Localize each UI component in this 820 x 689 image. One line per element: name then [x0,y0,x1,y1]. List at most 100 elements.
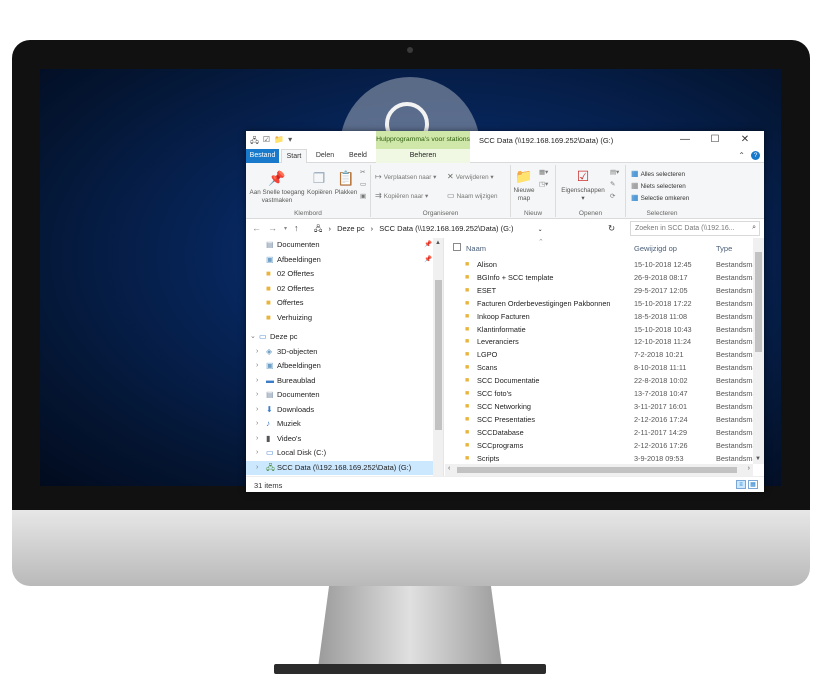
scroll-right-icon[interactable]: › [748,465,750,472]
nav-item-videos[interactable]: › ▮ Video's [246,432,443,447]
nav-item-local-disk[interactable]: › ▭ Local Disk (C:) [246,446,443,461]
column-header-name[interactable]: Naam [466,244,486,253]
table-row[interactable]: ■ Klantinformatie 15-10-2018 10:43 Bestands… [445,324,753,337]
close-button[interactable]: ✕ [730,132,760,148]
nav-item-documents[interactable]: › ▤ Documenten [246,388,443,403]
paste-button[interactable]: 📋 Plakken [334,169,358,197]
copy-button[interactable]: ❐ Kopiëren [307,169,332,197]
chevron-right-icon[interactable]: › [256,432,258,447]
tab-manage[interactable]: Beheren [376,149,470,163]
folder-quick-icon[interactable]: 📁 [274,135,284,149]
details-view-icon[interactable]: ≡ [736,480,746,489]
select-all-checkbox[interactable] [453,243,461,251]
tab-file[interactable]: Bestand [246,149,279,163]
minimize-button[interactable]: — [670,132,700,148]
scroll-up-icon[interactable]: ▲ [435,240,441,246]
nav-item-downloads[interactable]: › ⬇ Downloads [246,403,443,418]
nav-item-network-drive[interactable]: › 🖧 SCC Data (\\192.168.169.252\Data) (G… [246,460,443,476]
table-row[interactable]: ■ LGPO 7-2-2018 10:21 Bestandsmap [445,349,753,362]
tab-view[interactable]: Beeld [343,149,373,163]
table-row[interactable]: ■ SCC Networking 3-11-2017 16:01 Bestandsma… [445,401,753,414]
nav-item-quick-offertes[interactable]: ■ Offertes [246,296,443,311]
table-row[interactable]: ■ Alison 15-10-2018 12:45 Bestandsmap [445,259,753,272]
paste-shortcut-icon[interactable]: ▣ [360,193,366,200]
tab-start[interactable]: Start [281,149,307,163]
rename-button[interactable]: ▭ Naam wijzigen [447,191,498,200]
new-item-icon[interactable]: ▦▾ [539,169,548,176]
search-input[interactable]: Zoeken in SCC Data (\\192.16... ⌕ [630,221,760,236]
column-header-modified[interactable]: Gewijzigd op [634,244,677,253]
chevron-right-icon[interactable]: › [256,388,258,403]
maximize-button[interactable]: ☐ [700,132,730,148]
customize-toolbar-icon[interactable]: ▾ [288,135,292,149]
table-row[interactable]: ■ SCCDatabase 2-11-2017 14:29 Bestandsmap [445,427,753,440]
table-row[interactable]: ■ SCC foto's 13-7-2018 10:47 Bestandsmap [445,388,753,401]
properties-quick-icon[interactable]: ☑ [263,135,270,149]
nav-item-pictures[interactable]: › ▣ Afbeeldingen [246,359,443,374]
chevron-right-icon[interactable]: › [256,417,258,432]
edit-icon[interactable]: ✎ [610,181,615,188]
new-folder-button[interactable]: 📁 Nieuwe map [513,167,535,203]
forward-arrow-icon[interactable]: → [268,223,277,235]
table-row[interactable]: ■ SCC Documentatie 22-8-2018 10:02 Bestands… [445,375,753,388]
copy-to-button[interactable]: ⇉ Kopiëren naar ▾ [375,191,428,200]
scroll-down-icon[interactable]: ▼ [755,456,761,462]
nav-item-3d-objects[interactable]: › ◈ 3D-objecten [246,345,443,360]
cut-icon[interactable]: ✂ [360,169,365,176]
column-header-type[interactable]: Type [716,244,732,253]
breadcrumb[interactable]: 🖧 › Deze pc › SCC Data (\\192.168.169.25… [314,223,547,236]
table-row[interactable]: ■ Inkoop Facturen 18-5-2018 11:08 Bestandsm… [445,311,753,324]
file-list-scrollbar-thumb[interactable] [755,252,762,352]
chevron-right-icon[interactable]: › [256,461,258,476]
help-icon[interactable]: ? [751,151,760,160]
table-row[interactable]: ■ Scans 8-10-2018 11:11 Bestandsmap [445,362,753,375]
chevron-right-icon[interactable]: › [256,359,258,374]
history-icon[interactable]: ⟳ [610,193,615,200]
chevron-right-icon[interactable]: › [256,374,258,389]
nav-item-quick-verhuizing[interactable]: ■ Verhuizing [246,311,443,326]
table-row[interactable]: ■ SCCprograms 2-12-2016 17:26 Bestandsmap [445,440,753,453]
nav-item-desktop[interactable]: › ▬ Bureaublad [246,374,443,389]
nav-item-quick-documenten[interactable]: ▤ Documenten 📌 [246,238,443,253]
back-arrow-icon[interactable]: ← [252,223,261,235]
table-row[interactable]: ■ Facturen Orderbevestigingen Pakbonnen 15… [445,298,753,311]
pin-quick-access-button[interactable]: 📌 Aan Snelle toegang vastmaken [249,169,305,205]
nav-item-quick-02-offertes[interactable]: ■ 02 Offertes [246,267,443,282]
nav-item-this-pc[interactable]: ⌄ ▭ Deze pc [246,330,443,345]
scroll-left-icon[interactable]: ‹ [448,465,450,472]
move-to-button[interactable]: ↦ Verplaatsen naar ▾ [375,172,436,181]
chevron-right-icon[interactable]: › [256,446,258,461]
table-row[interactable]: ■ BGInfo + SCC template 26-9-2018 08:17 Bes… [445,272,753,285]
chevron-right-icon[interactable]: › [256,403,258,418]
table-row[interactable]: ■ SCC Presentaties 2-12-2016 17:24 Bestands… [445,414,753,427]
nav-item-quick-02-offertes-2[interactable]: ■ 02 Offertes [246,282,443,297]
nav-item-music[interactable]: › ♪ Muziek [246,417,443,432]
chevron-down-icon[interactable]: ⌄ [250,330,256,345]
nav-scrollbar[interactable]: ▲ [433,238,443,476]
large-icons-view-icon[interactable]: ▦ [748,480,758,489]
collapse-ribbon-icon[interactable]: ⌃ [738,151,745,160]
open-icon[interactable]: ▤▾ [610,169,619,176]
breadcrumb-this-pc[interactable]: Deze pc [337,224,365,233]
copy-path-icon[interactable]: ▭ [360,181,366,188]
properties-button[interactable]: ☑ Eigenschappen ▾ [558,167,608,203]
easy-access-icon[interactable]: ◳▾ [539,181,548,188]
drive-icon[interactable]: 🖧 [250,135,259,149]
tab-share[interactable]: Delen [310,149,340,163]
chevron-right-icon[interactable]: › [256,345,258,360]
table-row[interactable]: ■ Leveranciers 12-10-2018 11:24 Bestandsmap [445,336,753,349]
recent-locations-icon[interactable]: ▾ [284,223,287,235]
select-none-button[interactable]: ▦ Niets selecteren [631,181,686,190]
delete-button[interactable]: ✕ Verwijderen ▾ [447,172,494,181]
nav-item-quick-afbeeldingen[interactable]: ▣ Afbeeldingen 📌 [246,253,443,268]
file-list-vertical-scrollbar[interactable]: ▼ [753,238,764,464]
invert-selection-button[interactable]: ▦ Selectie omkeren [631,193,689,202]
refresh-icon[interactable]: ↻ [608,223,615,234]
select-all-button[interactable]: ▦ Alles selecteren [631,169,685,178]
breadcrumb-dropdown-icon[interactable]: ⌄ [538,227,543,233]
nav-scrollbar-thumb[interactable] [435,280,442,430]
file-list-horizontal-scrollbar[interactable]: ‹ › [445,464,753,476]
up-arrow-icon[interactable]: ↑ [294,223,299,235]
table-row[interactable]: ■ ESET 29-5-2017 12:05 Bestandsmap [445,285,753,298]
breadcrumb-drive[interactable]: SCC Data (\\192.168.169.252\Data) (G:) [379,224,513,233]
